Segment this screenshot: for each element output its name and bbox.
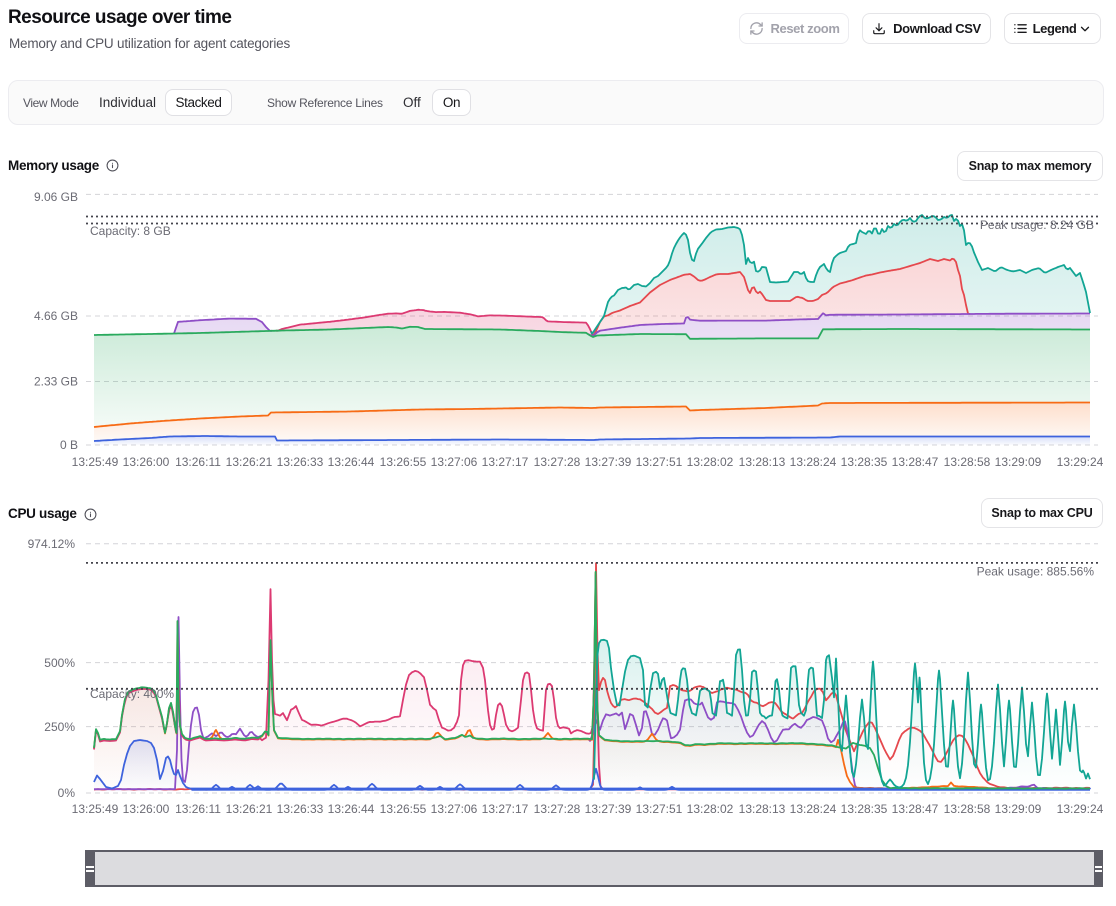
svg-text:13:26:00: 13:26:00 <box>123 802 170 816</box>
svg-text:13:28:24: 13:28:24 <box>790 802 837 816</box>
svg-text:13:26:44: 13:26:44 <box>328 802 375 816</box>
svg-text:13:27:28: 13:27:28 <box>534 455 581 469</box>
svg-text:13:29:09: 13:29:09 <box>995 802 1042 816</box>
svg-text:13:26:11: 13:26:11 <box>175 802 221 816</box>
svg-text:13:27:39: 13:27:39 <box>585 455 632 469</box>
svg-text:13:27:51: 13:27:51 <box>636 802 683 816</box>
svg-text:13:27:06: 13:27:06 <box>431 455 478 469</box>
svg-text:13:28:35: 13:28:35 <box>841 802 888 816</box>
svg-text:13:26:11: 13:26:11 <box>175 455 221 469</box>
svg-text:0 B: 0 B <box>60 438 78 452</box>
svg-text:13:25:49: 13:25:49 <box>72 455 119 469</box>
svg-text:13:27:28: 13:27:28 <box>534 802 581 816</box>
svg-text:4.66 GB: 4.66 GB <box>34 309 78 323</box>
svg-text:13:26:44: 13:26:44 <box>328 455 375 469</box>
svg-text:13:25:49: 13:25:49 <box>72 802 119 816</box>
svg-text:974.12%: 974.12% <box>28 537 76 551</box>
svg-text:13:29:24: 13:29:24 <box>1057 802 1104 816</box>
svg-text:13:26:00: 13:26:00 <box>123 455 170 469</box>
svg-text:13:29:24: 13:29:24 <box>1057 455 1104 469</box>
svg-text:Peak usage: 885.56%: Peak usage: 885.56% <box>977 565 1095 579</box>
svg-text:Peak usage: 8.24 GB: Peak usage: 8.24 GB <box>980 218 1094 232</box>
svg-text:13:26:55: 13:26:55 <box>380 455 427 469</box>
svg-text:13:28:02: 13:28:02 <box>687 802 734 816</box>
svg-text:Capacity: 8 GB: Capacity: 8 GB <box>90 224 171 238</box>
svg-text:0%: 0% <box>58 786 76 800</box>
svg-text:13:26:33: 13:26:33 <box>277 455 324 469</box>
svg-text:250%: 250% <box>44 720 75 734</box>
svg-text:13:28:47: 13:28:47 <box>892 802 939 816</box>
svg-text:13:28:58: 13:28:58 <box>944 455 991 469</box>
svg-text:13:26:33: 13:26:33 <box>277 802 324 816</box>
svg-text:2.33 GB: 2.33 GB <box>34 375 78 389</box>
svg-text:500%: 500% <box>44 656 75 670</box>
svg-text:13:28:47: 13:28:47 <box>892 455 939 469</box>
svg-text:13:28:58: 13:28:58 <box>944 802 991 816</box>
svg-text:13:27:17: 13:27:17 <box>482 455 529 469</box>
svg-text:13:26:21: 13:26:21 <box>226 455 273 469</box>
svg-text:13:26:21: 13:26:21 <box>226 802 273 816</box>
svg-text:13:28:13: 13:28:13 <box>739 802 786 816</box>
svg-text:13:28:02: 13:28:02 <box>687 455 734 469</box>
svg-text:13:27:17: 13:27:17 <box>482 802 529 816</box>
svg-text:13:27:39: 13:27:39 <box>585 802 632 816</box>
svg-text:9.06 GB: 9.06 GB <box>34 190 78 204</box>
svg-text:13:27:06: 13:27:06 <box>431 802 478 816</box>
svg-text:13:28:35: 13:28:35 <box>841 455 888 469</box>
svg-text:13:27:51: 13:27:51 <box>636 455 683 469</box>
svg-text:13:26:55: 13:26:55 <box>380 802 427 816</box>
svg-text:13:29:09: 13:29:09 <box>995 455 1042 469</box>
svg-text:13:28:24: 13:28:24 <box>790 455 837 469</box>
svg-text:13:28:13: 13:28:13 <box>739 455 786 469</box>
svg-text:Capacity: 400%: Capacity: 400% <box>90 687 174 701</box>
